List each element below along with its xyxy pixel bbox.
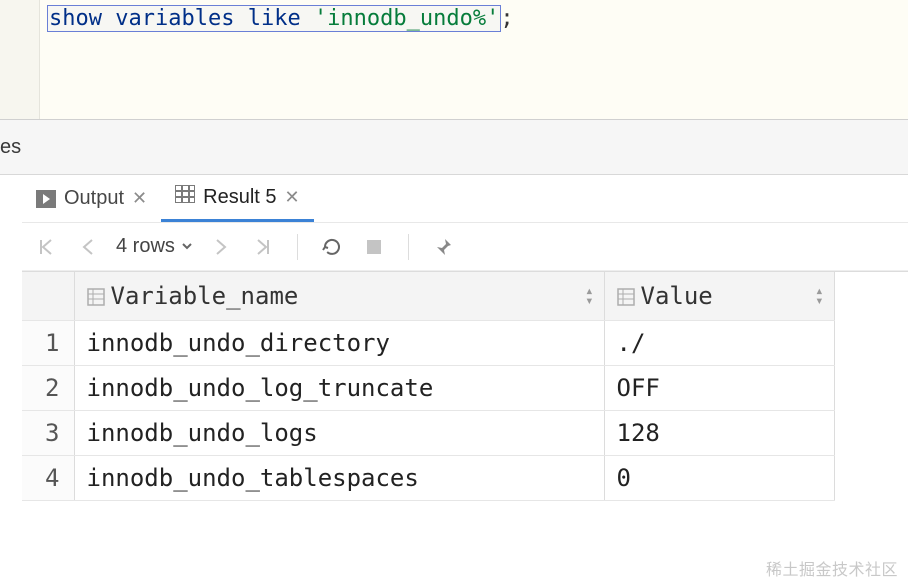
last-page-icon: [249, 233, 277, 261]
column-header-label: Variable_name: [111, 282, 299, 310]
tab-result-label: Result 5: [203, 186, 276, 209]
result-toolbar: 4 rows: [22, 223, 908, 271]
result-table-wrap: Variable_name ▴▾ Value ▴▾ 1 innodb_undo_…: [22, 271, 908, 501]
sql-keyword: show: [49, 6, 102, 31]
result-table: Variable_name ▴▾ Value ▴▾ 1 innodb_undo_…: [22, 272, 835, 501]
editor-gutter: [0, 0, 40, 119]
separator: [408, 234, 409, 260]
tab-output-label: Output: [64, 187, 124, 210]
sort-indicator-icon[interactable]: ▴▾: [815, 286, 823, 306]
close-icon[interactable]: ✕: [132, 188, 147, 209]
separator: [297, 234, 298, 260]
rows-count-label: 4 rows: [116, 235, 175, 258]
table-row[interactable]: 2 innodb_undo_log_truncate OFF: [22, 365, 834, 410]
row-number: 4: [22, 455, 74, 500]
first-page-icon: [32, 233, 60, 261]
sql-string: 'innodb_undo%': [314, 6, 499, 31]
column-header-variable-name[interactable]: Variable_name ▴▾: [74, 272, 604, 320]
pin-icon[interactable]: [429, 233, 457, 261]
sql-keyword: like: [248, 6, 301, 31]
table-row[interactable]: 4 innodb_undo_tablespaces 0: [22, 455, 834, 500]
column-header-value[interactable]: Value ▴▾: [604, 272, 834, 320]
table-row[interactable]: 1 innodb_undo_directory ./: [22, 320, 834, 365]
row-number: 1: [22, 320, 74, 365]
sql-keyword: variables: [115, 6, 234, 31]
cell-value[interactable]: OFF: [604, 365, 834, 410]
cell-variable-name[interactable]: innodb_undo_log_truncate: [74, 365, 604, 410]
cell-value[interactable]: 0: [604, 455, 834, 500]
column-header-label: Value: [641, 282, 713, 310]
watermark: 稀土掘金技术社区: [766, 556, 898, 580]
close-icon[interactable]: ✕: [285, 187, 300, 208]
table-row[interactable]: 3 innodb_undo_logs 128: [22, 410, 834, 455]
rownum-header: [22, 272, 74, 320]
grid-icon: [175, 185, 195, 209]
truncated-label: es: [0, 136, 21, 159]
results-panel: Output ✕ Result 5 ✕ 4 rows: [0, 175, 908, 501]
sql-line[interactable]: show variables like 'innodb_undo%';: [40, 0, 522, 119]
column-icon: [617, 282, 641, 310]
sort-indicator-icon[interactable]: ▴▾: [585, 286, 593, 306]
tab-result[interactable]: Result 5 ✕: [161, 175, 313, 222]
result-tabs: Output ✕ Result 5 ✕: [22, 175, 908, 223]
output-icon: [36, 190, 56, 208]
chevron-down-icon: [181, 235, 193, 258]
next-page-icon: [207, 233, 235, 261]
cell-variable-name[interactable]: innodb_undo_directory: [74, 320, 604, 365]
prev-page-icon: [74, 233, 102, 261]
cell-value[interactable]: ./: [604, 320, 834, 365]
sql-semicolon: ;: [500, 6, 513, 31]
sql-editor[interactable]: show variables like 'innodb_undo%';: [0, 0, 908, 120]
refresh-icon[interactable]: [318, 233, 346, 261]
cell-variable-name[interactable]: innodb_undo_logs: [74, 410, 604, 455]
tab-output[interactable]: Output ✕: [22, 175, 161, 222]
stop-icon: [360, 233, 388, 261]
rows-dropdown[interactable]: 4 rows: [116, 235, 193, 258]
row-number: 2: [22, 365, 74, 410]
cell-variable-name[interactable]: innodb_undo_tablespaces: [74, 455, 604, 500]
row-number: 3: [22, 410, 74, 455]
column-icon: [87, 282, 111, 310]
cell-value[interactable]: 128: [604, 410, 834, 455]
side-panel-header: es: [0, 120, 908, 175]
